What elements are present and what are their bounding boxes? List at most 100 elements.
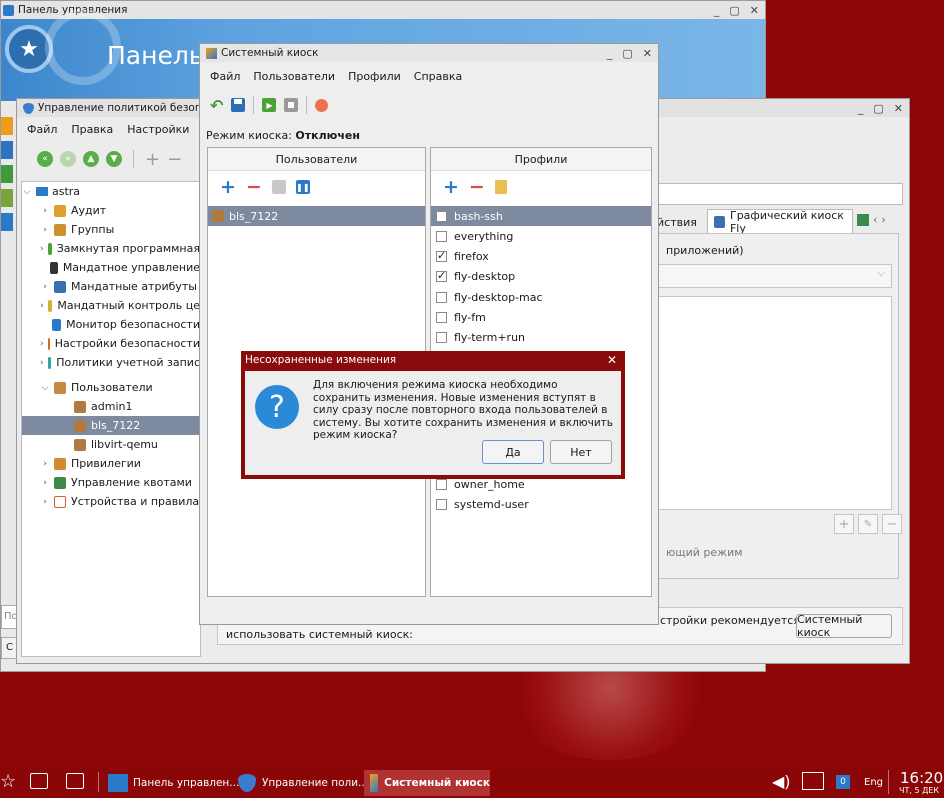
system-kiosk-button[interactable]: Системный киоск xyxy=(796,613,892,639)
policy-right-search[interactable] xyxy=(657,183,903,205)
cp-icon-5[interactable] xyxy=(1,213,13,231)
profile-file-icon[interactable] xyxy=(494,180,507,194)
remove-app-button[interactable]: − xyxy=(882,514,902,534)
minimize-button[interactable]: _ xyxy=(714,4,720,17)
tree-item-privileges[interactable]: › Привилегии xyxy=(22,454,200,473)
edit-app-button[interactable]: ✎ xyxy=(858,514,878,534)
close-button[interactable]: ✕ xyxy=(643,47,652,60)
clock-time[interactable]: 16:20 xyxy=(900,769,943,787)
minimize-button[interactable]: _ xyxy=(858,102,864,115)
maximize-button[interactable]: ▢ xyxy=(622,47,632,60)
down-icon[interactable]: ▼ xyxy=(106,151,122,167)
profile-checkbox[interactable] xyxy=(436,210,447,222)
cp-icon-3[interactable] xyxy=(1,165,13,183)
menu-file[interactable]: Файл xyxy=(27,123,57,136)
profile-checkbox[interactable] xyxy=(436,269,447,283)
profile-row[interactable]: fly-term+run xyxy=(431,328,651,348)
cp-icon-2[interactable] xyxy=(1,141,13,159)
profile-checkbox[interactable] xyxy=(436,230,447,242)
profile-row[interactable]: fly-desktop xyxy=(431,267,651,287)
profile-row[interactable]: systemd-user xyxy=(431,494,651,514)
network-icon[interactable] xyxy=(802,772,824,790)
policy-tab-kiosk[interactable]: Графический киоск Fly xyxy=(707,209,853,235)
profile-row[interactable]: fly-fm xyxy=(431,308,651,328)
task-control-panel[interactable]: Панель управлен... xyxy=(108,770,239,796)
tree-item[interactable]: › Мандатный контроль це xyxy=(22,296,200,315)
undo-icon[interactable]: ↶ xyxy=(210,96,223,115)
profile-row[interactable]: firefox xyxy=(431,247,651,267)
chevron-right-icon[interactable]: › xyxy=(40,478,50,488)
workspace-indicator[interactable]: 0 xyxy=(836,775,850,789)
tree-user-libvirt[interactable]: libvirt-qemu xyxy=(22,435,200,454)
chevron-right-icon[interactable]: › xyxy=(40,358,44,368)
chevron-down-icon[interactable]: ⌵ xyxy=(40,383,50,393)
chevron-right-icon[interactable]: › xyxy=(40,282,50,292)
cp-icon-1[interactable] xyxy=(1,117,13,135)
play-icon[interactable]: ▶ xyxy=(262,98,277,112)
kiosk-user-row[interactable]: bls_7122 xyxy=(208,206,425,226)
record-icon[interactable] xyxy=(315,98,329,112)
start-star-icon[interactable]: ☆ xyxy=(0,771,16,792)
add-icon[interactable]: + xyxy=(145,149,160,170)
task-kiosk[interactable]: Системный киоск xyxy=(364,770,490,796)
prev-icon[interactable]: » xyxy=(60,151,76,167)
close-button[interactable]: ✕ xyxy=(894,102,903,115)
profile-checkbox[interactable] xyxy=(436,291,447,303)
kiosk-menu-file[interactable]: Файл xyxy=(210,70,240,83)
tab-scroll-icons[interactable]: ‹ › xyxy=(857,213,886,226)
maximize-button[interactable]: ▢ xyxy=(729,4,739,17)
pause-icon[interactable]: ❚❚ xyxy=(295,180,310,194)
tree-user-admin1[interactable]: admin1 xyxy=(22,397,200,416)
profile-checkbox[interactable] xyxy=(436,478,447,490)
policy-tab-actions[interactable]: йствия xyxy=(657,211,697,233)
chevron-left-icon[interactable]: ‹ xyxy=(873,213,877,226)
keyboard-layout[interactable]: Eng xyxy=(864,777,883,788)
profile-checkbox[interactable] xyxy=(436,332,447,344)
remove-user-icon[interactable]: − xyxy=(246,176,262,198)
tree-root[interactable]: ⌵ astra xyxy=(22,182,200,201)
tree-item-devices[interactable]: › Устройства и правила xyxy=(22,492,200,511)
disable-user-icon[interactable] xyxy=(271,180,286,194)
menu-settings[interactable]: Настройки xyxy=(127,123,189,136)
first-icon[interactable]: « xyxy=(37,151,53,167)
tree-item[interactable]: › Настройки безопасности xyxy=(22,334,200,353)
remove-profile-icon[interactable]: − xyxy=(469,176,485,198)
tree-item[interactable]: › Мандатные атрибуты xyxy=(22,277,200,296)
chevron-right-icon[interactable]: › xyxy=(40,339,44,349)
dialog-close-icon[interactable]: ✕ xyxy=(607,353,617,367)
tree-item[interactable]: › Замкнутая программная xyxy=(22,239,200,258)
kiosk-menu-help[interactable]: Справка xyxy=(414,70,462,83)
chevron-right-icon[interactable]: › xyxy=(40,225,50,235)
tree-item[interactable]: › Политики учетной запис xyxy=(22,353,200,372)
maximize-button[interactable]: ▢ xyxy=(873,102,883,115)
tree-item-quotas[interactable]: › Управление квотами xyxy=(22,473,200,492)
chevron-right-icon[interactable]: › xyxy=(881,213,885,226)
task-policy[interactable]: Управление поли... xyxy=(238,770,368,796)
control-panel-titlebar[interactable]: Панель управления xyxy=(1,1,765,19)
profile-row[interactable]: fly-desktop-mac xyxy=(431,287,651,307)
add-profile-icon[interactable]: + xyxy=(443,176,459,198)
profile-checkbox[interactable] xyxy=(436,498,447,510)
apps-list[interactable] xyxy=(658,296,892,510)
save-icon[interactable] xyxy=(231,98,246,112)
chevron-right-icon[interactable]: › xyxy=(40,244,44,254)
dialog-no-button[interactable]: Нет xyxy=(550,440,612,464)
add-app-button[interactable]: + xyxy=(834,514,854,534)
menu-edit[interactable]: Правка xyxy=(71,123,113,136)
add-user-icon[interactable]: + xyxy=(220,176,236,198)
chevron-right-icon[interactable]: › xyxy=(40,301,44,311)
show-desktop-icon[interactable] xyxy=(30,773,48,789)
tree-item[interactable]: Мандатное управление xyxy=(22,258,200,277)
chevron-right-icon[interactable]: › xyxy=(40,497,50,507)
tree-item-users[interactable]: ⌵ Пользователи xyxy=(22,378,200,397)
kiosk-menu-users[interactable]: Пользователи xyxy=(253,70,335,83)
dialog-yes-button[interactable]: Да xyxy=(482,440,544,464)
tree-item[interactable]: › Группы xyxy=(22,220,200,239)
profile-row[interactable]: bash-ssh xyxy=(431,206,651,226)
kiosk-titlebar[interactable]: Системный киоск xyxy=(200,44,658,62)
close-button[interactable]: ✕ xyxy=(750,4,759,17)
cp-icon-4[interactable] xyxy=(1,189,13,207)
up-icon[interactable]: ▲ xyxy=(83,151,99,167)
profile-checkbox[interactable] xyxy=(436,249,447,263)
file-manager-icon[interactable] xyxy=(66,773,84,789)
